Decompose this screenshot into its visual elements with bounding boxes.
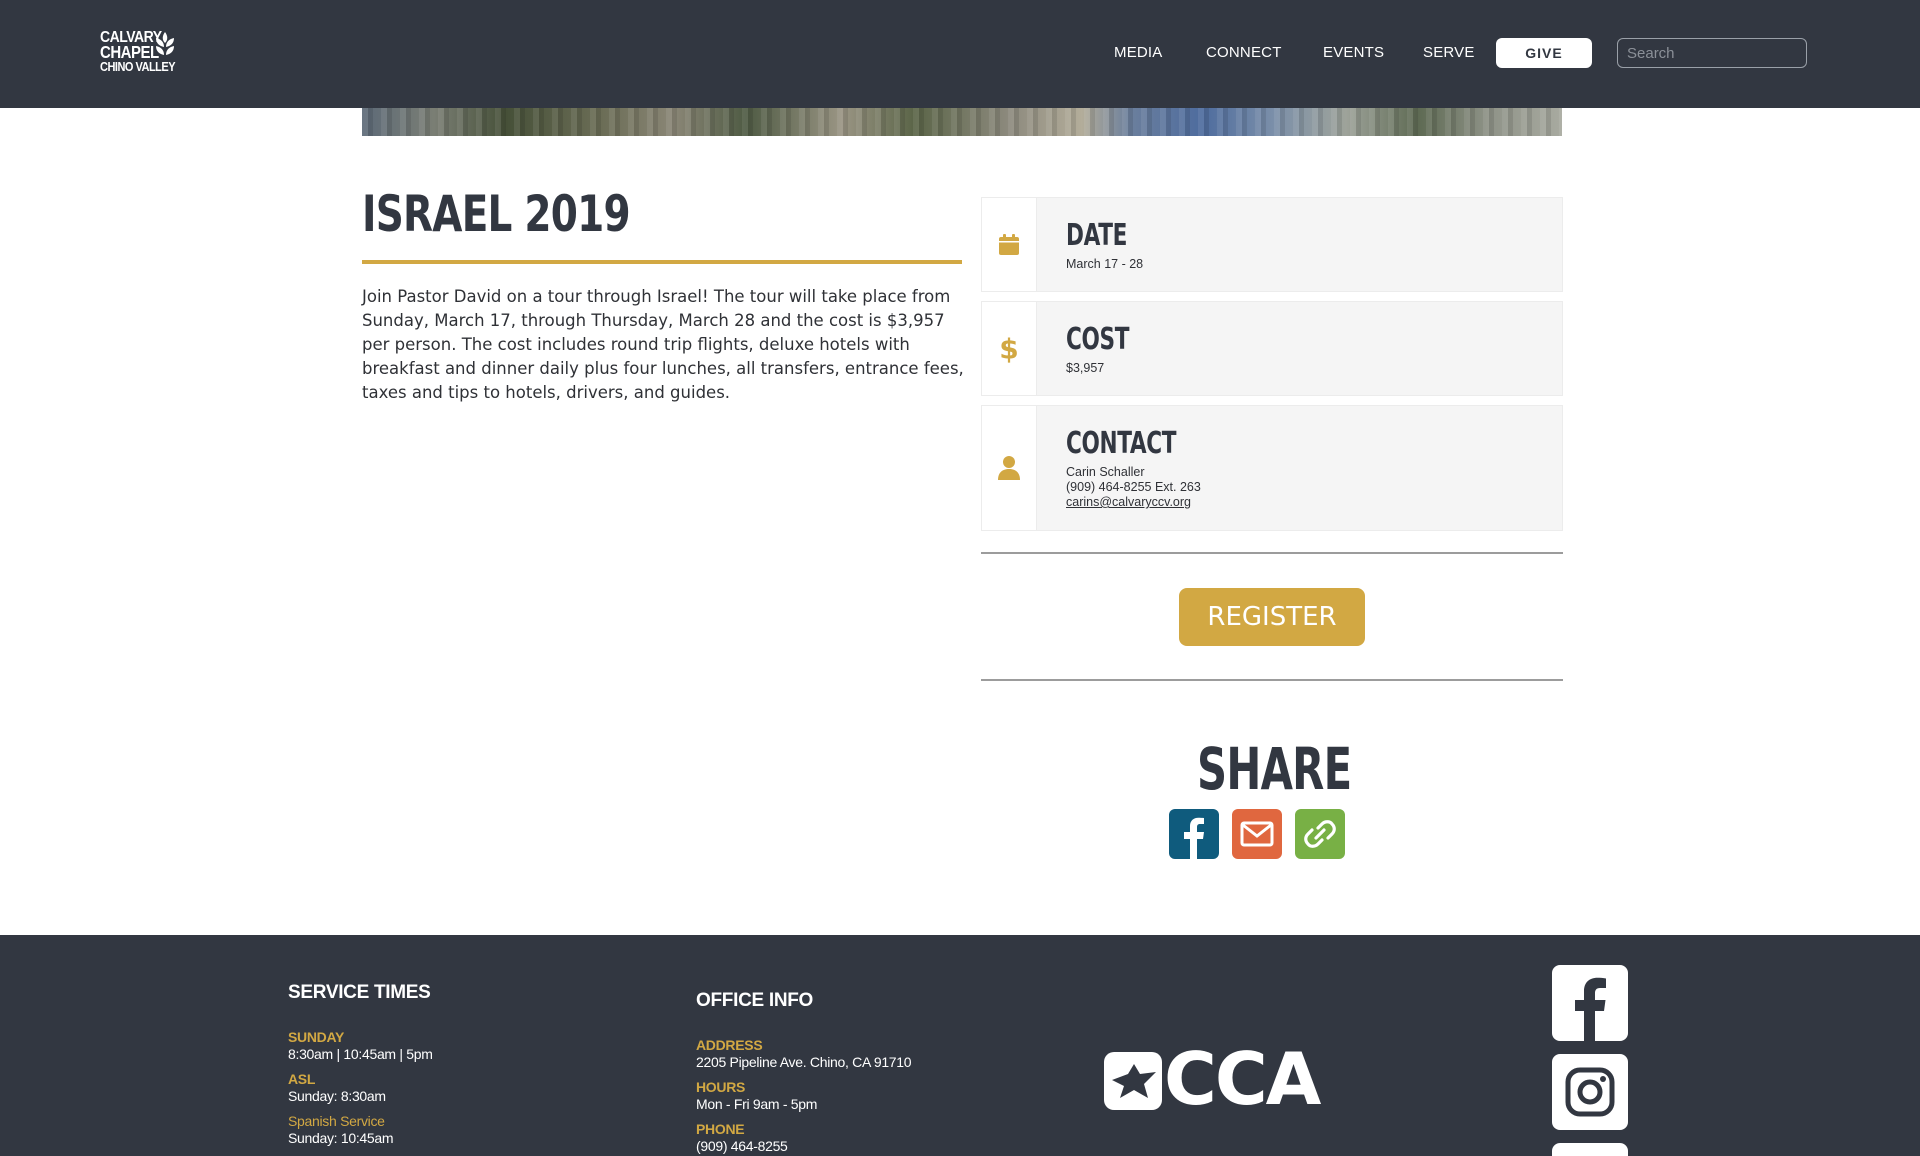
event-banner-image <box>362 108 1562 136</box>
office-info-heading: OFFICE INFO <box>696 990 814 1011</box>
divider-top <box>981 552 1563 554</box>
date-value: March 17 - 28 <box>1066 257 1144 271</box>
service-label-spanish: Spanish Service <box>288 1113 385 1129</box>
contact-name: Carin Schaller <box>1066 465 1145 479</box>
cost-card: $ COST $3,957 <box>981 301 1563 396</box>
give-button[interactable]: GIVE <box>1496 38 1592 68</box>
page-title: ISRAEL 2019 <box>362 185 631 243</box>
office-value-address: 2205 Pipeline Ave. Chino, CA 91710 <box>696 1054 912 1070</box>
service-value-asl: Sunday: 8:30am <box>288 1088 386 1104</box>
contact-label: CONTACT <box>1066 426 1177 461</box>
facebook-icon <box>1184 817 1204 859</box>
instagram-icon <box>1565 1067 1615 1117</box>
share-heading: SHARE <box>1197 735 1352 803</box>
person-icon <box>998 456 1020 480</box>
title-underline <box>362 260 962 264</box>
cost-label: COST <box>1066 322 1130 357</box>
link-icon <box>1304 820 1336 848</box>
service-label-sunday: SUNDAY <box>288 1029 345 1045</box>
cca-dove-icon <box>1104 1052 1162 1110</box>
footer-instagram-button[interactable] <box>1552 1054 1628 1130</box>
register-button[interactable]: REGISTER <box>1179 588 1365 646</box>
cost-value: $3,957 <box>1066 361 1105 375</box>
office-value-phone: (909) 464-8255 <box>696 1138 788 1154</box>
office-label-hours: HOURS <box>696 1079 746 1095</box>
logo-line-3: CHINO VALLEY <box>100 60 176 75</box>
nav-serve[interactable]: SERVE <box>1423 44 1475 61</box>
service-value-sunday: 8:30am | 10:45am | 5pm <box>288 1046 433 1062</box>
footer-social-button-partial[interactable] <box>1552 1143 1628 1156</box>
cca-logo-text: CCA <box>1164 1037 1321 1121</box>
date-card: DATE March 17 - 28 <box>981 197 1563 292</box>
nav-media[interactable]: MEDIA <box>1114 44 1163 61</box>
search-input[interactable] <box>1617 38 1807 68</box>
share-facebook-button[interactable] <box>1169 809 1219 859</box>
facebook-icon <box>1575 977 1606 1041</box>
event-description: Join Pastor David on a tour through Isra… <box>362 287 964 402</box>
dollar-icon: $ <box>999 332 1019 365</box>
service-label-asl: ASL <box>288 1071 316 1087</box>
footer-facebook-button[interactable] <box>1552 965 1628 1041</box>
date-label: DATE <box>1066 218 1128 253</box>
calendar-icon <box>999 233 1019 255</box>
share-email-button[interactable] <box>1232 809 1282 859</box>
divider-bottom <box>981 679 1563 681</box>
contact-card: CONTACT Carin Schaller (909) 464-8255 Ex… <box>981 405 1563 531</box>
nav-connect[interactable]: CONNECT <box>1206 44 1282 61</box>
email-icon <box>1240 821 1274 847</box>
office-label-phone: PHONE <box>696 1121 745 1137</box>
office-label-address: ADDRESS <box>696 1037 763 1053</box>
contact-phone: (909) 464-8255 Ext. 263 <box>1066 480 1201 494</box>
church-logo[interactable]: CALVARY CHAPEL CHINO VALLEY <box>100 28 180 78</box>
site-header: CALVARY CHAPEL CHINO VALLEY MEDIA CONNEC… <box>0 0 1920 108</box>
nav-events[interactable]: EVENTS <box>1323 44 1384 61</box>
share-link-button[interactable] <box>1295 809 1345 859</box>
service-value-spanish: Sunday: 10:45am <box>288 1130 394 1146</box>
office-value-hours: Mon - Fri 9am - 5pm <box>696 1096 818 1112</box>
service-times-heading: SERVICE TIMES <box>288 982 431 1003</box>
contact-email-link[interactable]: carins@calvaryccv.org <box>1066 495 1191 509</box>
wheat-icon <box>156 32 174 55</box>
